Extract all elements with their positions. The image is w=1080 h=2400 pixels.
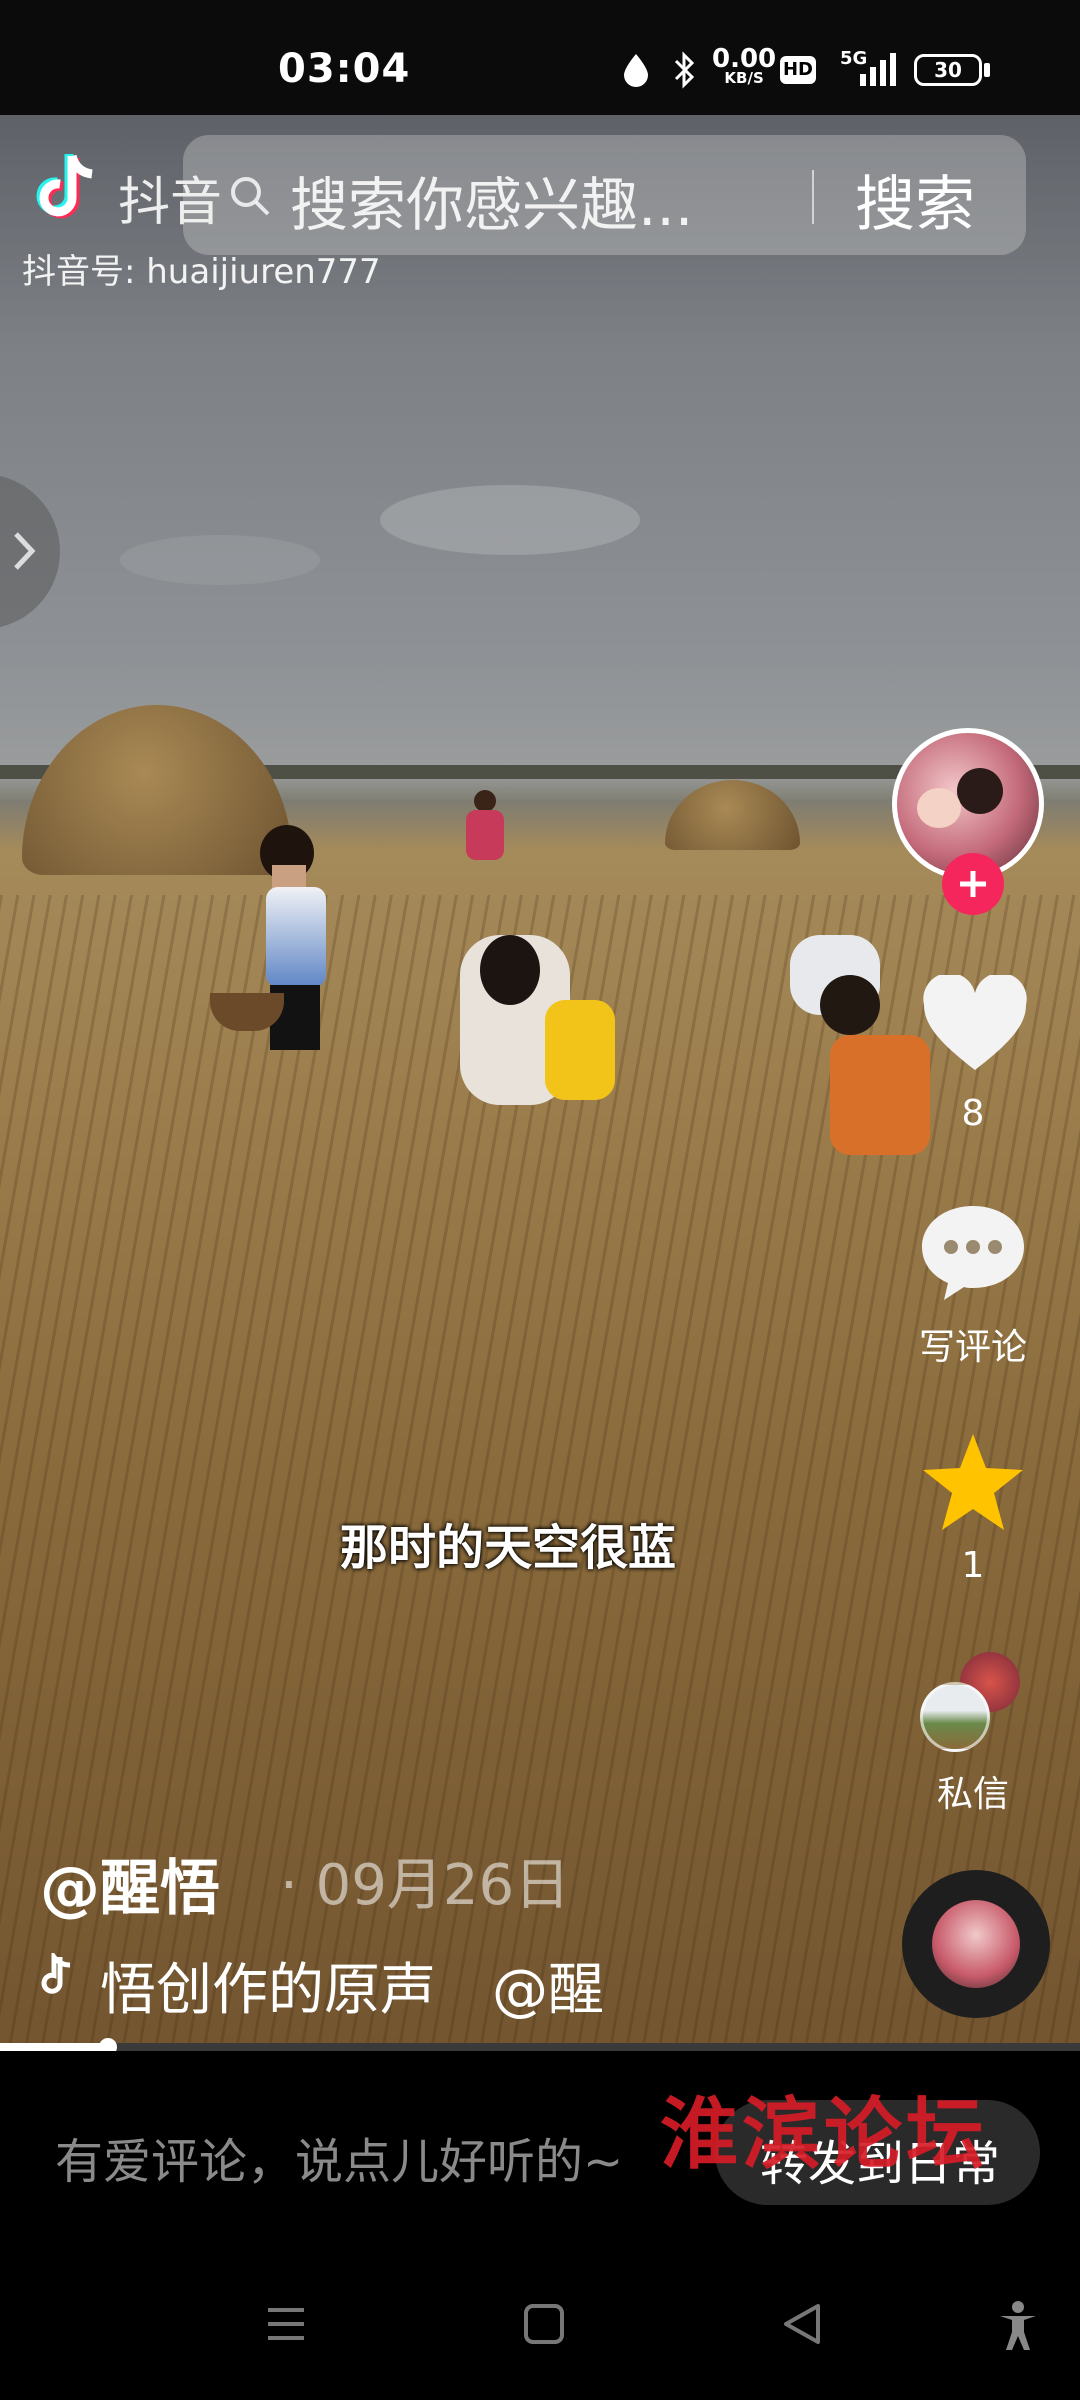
back-triangle-icon[interactable]	[778, 2300, 826, 2352]
battery-icon: 30	[914, 54, 982, 86]
douyin-id: 抖音号: huaijiuren777	[22, 252, 381, 292]
search-button[interactable]: 搜索	[855, 156, 975, 243]
music-disc[interactable]	[902, 1870, 1050, 2018]
hd-badge: HD	[780, 56, 816, 84]
plus-icon	[942, 853, 1004, 915]
cloud	[380, 485, 640, 555]
private-message-icon[interactable]	[920, 1652, 1024, 1756]
private-message-label: 私信	[936, 1774, 1009, 1815]
author-name[interactable]: @醒悟	[40, 1840, 220, 1927]
comment-label: 写评论	[918, 1327, 1027, 1368]
progress-track[interactable]	[0, 2043, 1080, 2051]
haystack-right	[665, 780, 800, 850]
bluetooth-icon	[668, 50, 702, 90]
music-title[interactable]: 悟创作的原声 @醒	[100, 1945, 604, 2026]
douyin-logo-icon[interactable]	[28, 148, 108, 232]
menu-icon[interactable]	[262, 2300, 310, 2352]
child-boy-left	[210, 825, 350, 1115]
search-input[interactable]: 搜索你感兴趣...	[290, 158, 693, 242]
video-caption: 那时的天空很蓝	[340, 1520, 677, 1576]
follow-button[interactable]	[942, 853, 1004, 915]
comment-input[interactable]: 有爱评论，说点儿好听的~	[55, 2122, 623, 2192]
like-count: 8	[961, 1093, 985, 1134]
battery-tip	[984, 63, 990, 77]
video-frame[interactable]	[0, 115, 1080, 2050]
cloud	[120, 535, 320, 585]
child-pink	[460, 790, 510, 890]
comment-icon[interactable]	[918, 1200, 1028, 1309]
child-girl	[450, 915, 630, 1155]
heart-icon[interactable]	[920, 972, 1030, 1079]
chevron-right-icon	[10, 526, 40, 580]
music-note-icon	[38, 1949, 78, 2003]
favorite-count: 1	[961, 1545, 985, 1586]
accessibility-icon[interactable]	[994, 2300, 1042, 2356]
star-icon[interactable]	[918, 1430, 1028, 1539]
watermark: 淮滨论坛	[660, 2089, 989, 2180]
progress-fill	[0, 2043, 108, 2051]
post-date: · 09月26日	[280, 1853, 571, 1918]
search-icon	[228, 174, 272, 222]
droplet-icon	[618, 50, 654, 90]
signal-icon	[846, 52, 898, 92]
app-name: 抖音	[118, 173, 223, 233]
search-divider	[812, 170, 814, 224]
status-time: 03:04	[278, 46, 411, 92]
home-square-icon[interactable]	[520, 2300, 568, 2352]
network-speed: 0.00 KB/S	[712, 44, 777, 87]
